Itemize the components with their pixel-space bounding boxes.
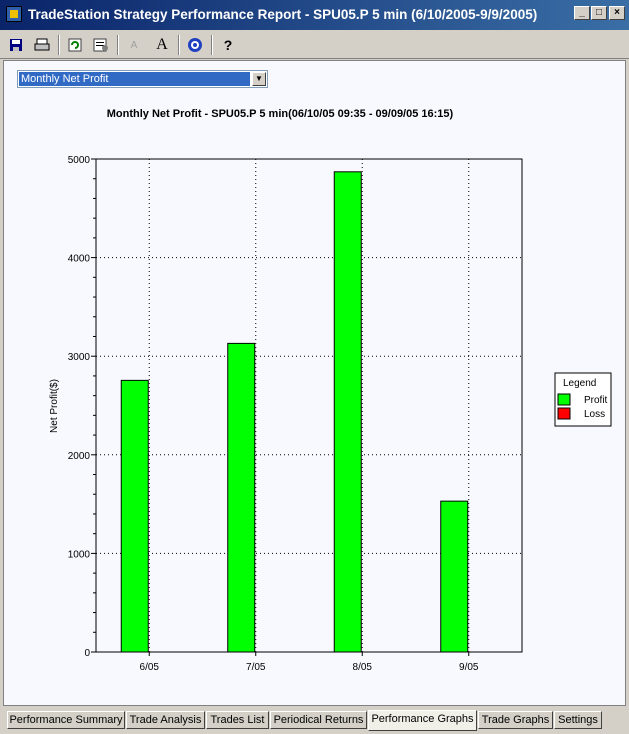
tab-settings[interactable]: Settings xyxy=(554,711,602,729)
x-tick-label: 8/05 xyxy=(353,662,373,673)
bar-profit xyxy=(227,342,256,653)
legend-swatch xyxy=(557,407,571,420)
y-tick-label: 2000 xyxy=(68,451,91,462)
legend-title: Legend xyxy=(563,378,596,389)
x-tick-label: 9/05 xyxy=(459,662,479,673)
tab-trades-list[interactable]: Trades List xyxy=(206,711,269,729)
tab-trade-graphs[interactable]: Trade Graphs xyxy=(478,711,553,729)
y-axis-label: Net Profit($) xyxy=(49,379,60,433)
bar-profit xyxy=(440,500,469,653)
tab-bar: Performance Summary Trade Analysis Trade… xyxy=(0,706,629,734)
legend-label: Loss xyxy=(584,409,605,420)
y-tick-label: 1000 xyxy=(68,549,91,560)
tab-trade-analysis[interactable]: Trade Analysis xyxy=(126,711,205,729)
chart-title: Monthly Net Profit - SPU05.P 5 min(06/10… xyxy=(107,108,454,120)
legend-label: Profit xyxy=(584,395,608,406)
bar-profit xyxy=(333,171,362,653)
legend-swatch xyxy=(557,393,571,406)
tab-performance-summary[interactable]: Performance Summary xyxy=(7,711,125,729)
y-tick-label: 4000 xyxy=(68,254,91,265)
y-tick-label: 3000 xyxy=(68,352,91,363)
y-tick-label: 0 xyxy=(84,648,90,659)
y-tick-label: 5000 xyxy=(68,155,91,166)
tab-periodical-returns[interactable]: Periodical Returns xyxy=(270,711,367,729)
tab-performance-graphs[interactable]: Performance Graphs xyxy=(368,710,477,731)
net-profit-chart: Monthly Net Profit - SPU05.P 5 min(06/10… xyxy=(49,108,612,673)
bar-profit xyxy=(120,379,149,653)
x-tick-label: 6/05 xyxy=(140,662,160,673)
x-tick-label: 7/05 xyxy=(246,662,266,673)
